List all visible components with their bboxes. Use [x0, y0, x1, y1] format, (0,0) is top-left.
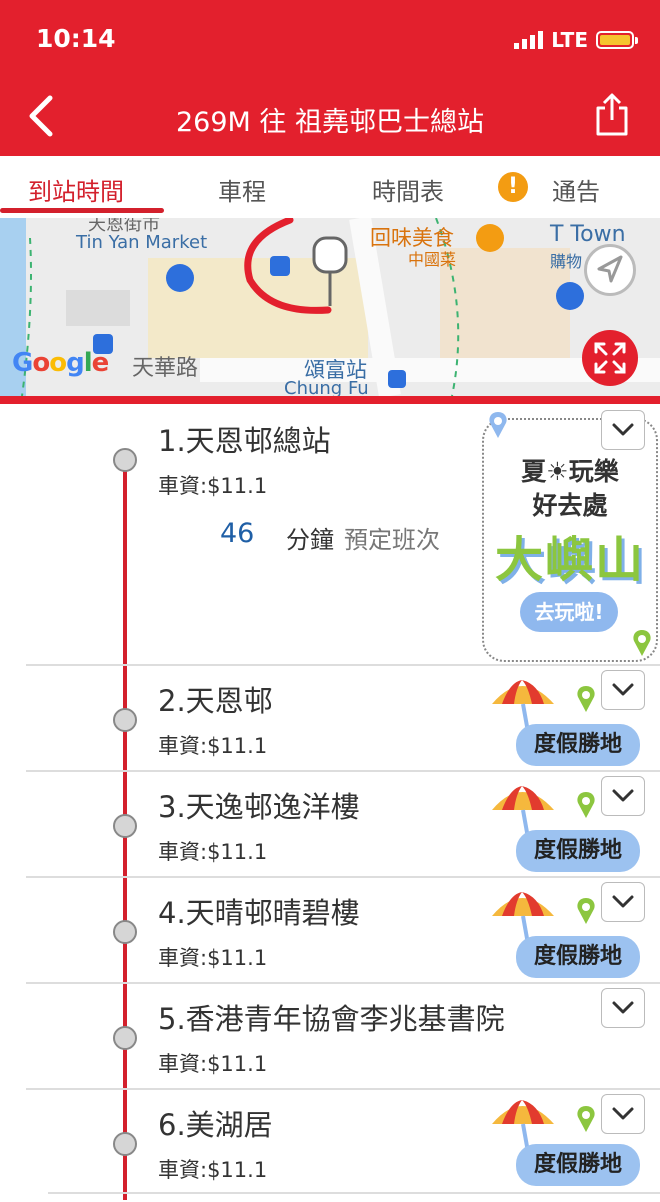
stop-fare: 車資:$11.1 [158, 946, 268, 970]
stop-dot [113, 708, 137, 732]
row-divider [26, 1088, 660, 1090]
eta-minutes: 46 [220, 518, 255, 549]
tab-arrival[interactable]: 到站時間 [28, 172, 124, 207]
expand-stop-button[interactable] [601, 776, 645, 816]
map-divider [0, 396, 660, 404]
map-label-road: 天華路 [132, 356, 199, 381]
stop-fare: 車資:$11.1 [158, 474, 268, 498]
stop-name: 4.天晴邨晴碧樓 [158, 896, 360, 930]
alert-icon: ! [498, 172, 528, 202]
stop-name: 3.天逸邨逸洋樓 [158, 790, 360, 824]
map-label-station-en: Chung Fu [284, 378, 369, 396]
eta-unit: 分鐘 [286, 526, 334, 554]
pin-icon [577, 686, 595, 712]
ad-headline: 大嶼山 [494, 532, 645, 588]
promo-ad[interactable]: 夏☀玩樂 好去處 大嶼山 去玩啦! [482, 418, 658, 662]
battery-icon [596, 31, 638, 49]
stop-name: 5.香港青年協會李兆基書院 [158, 1002, 505, 1036]
row-divider [26, 876, 660, 878]
chevron-down-icon [612, 1107, 634, 1120]
share-button[interactable] [592, 92, 632, 138]
pin-icon [489, 412, 507, 438]
stop-dot [113, 1132, 137, 1156]
map-label-restaurant-sub: 中國菜 [408, 250, 457, 269]
network-label: LTE [551, 28, 588, 52]
chevron-down-icon [612, 683, 634, 696]
expand-stop-button[interactable] [601, 670, 645, 710]
tab-bar: 到站時間 車程 時間表 通告 [0, 156, 660, 218]
eta-note: 預定班次 [344, 526, 440, 554]
tab-notice[interactable]: 通告 [552, 172, 600, 207]
pin-icon [577, 1106, 595, 1132]
pin-icon [577, 792, 595, 818]
tab-timetable[interactable]: 時間表 [372, 172, 444, 207]
expand-map-button[interactable] [582, 330, 638, 386]
pin-icon [577, 898, 595, 924]
ad-line1: 夏☀玩樂 [521, 457, 619, 486]
chevron-down-icon [612, 895, 634, 908]
navigation-icon [597, 255, 623, 283]
app-header: 10:14 LTE 269M 往 祖堯邨巴士總站 [0, 0, 660, 156]
chevron-down-icon [612, 1001, 634, 1014]
next-row-edge [48, 1192, 660, 1202]
page-title: 269M 往 祖堯邨巴士總站 [176, 107, 484, 138]
map-label-t-town-sub: 購物 [550, 252, 583, 271]
active-tab-indicator [0, 208, 164, 213]
tab-journey[interactable]: 車程 [218, 172, 266, 207]
google-logo: Google [12, 348, 109, 378]
stop-dot [113, 814, 137, 838]
map-label-t-town: T Town [550, 222, 626, 247]
status-indicators: LTE [514, 28, 638, 52]
stop-dot [113, 1026, 137, 1050]
expand-stop-button[interactable] [601, 882, 645, 922]
stop-name: 2.天恩邨 [158, 684, 273, 718]
stop-dot [113, 920, 137, 944]
expand-stop-button[interactable] [601, 988, 645, 1028]
vacation-label: 度假勝地 [516, 936, 640, 978]
stop-name: 6.美湖居 [158, 1108, 273, 1142]
stop-fare: 車資:$11.1 [158, 1158, 268, 1182]
expand-stop-button[interactable] [601, 410, 645, 450]
chevron-down-icon [612, 423, 634, 436]
vacation-label: 度假勝地 [516, 830, 640, 872]
expand-stop-button[interactable] [601, 1094, 645, 1134]
row-divider [26, 664, 660, 666]
map-label-market: Tin Yan Market [76, 232, 208, 253]
stop-dot [113, 448, 137, 472]
ad-go-button[interactable]: 去玩啦! [520, 592, 618, 632]
stop-fare: 車資:$11.1 [158, 1052, 268, 1076]
status-time: 10:14 [36, 24, 116, 53]
expand-icon [594, 342, 626, 374]
locate-button[interactable] [584, 244, 636, 296]
chevron-down-icon [612, 789, 634, 802]
pin-icon [633, 630, 651, 656]
stop-fare: 車資:$11.1 [158, 840, 268, 864]
stop-name: 1.天恩邨總站 [158, 424, 331, 458]
route-map[interactable]: 天恩街市 Tin Yan Market 回味美食 中國菜 T Town 購物 天… [0, 218, 660, 396]
row-divider [26, 982, 660, 984]
vacation-label: 度假勝地 [516, 1144, 640, 1186]
signal-icon [514, 31, 544, 49]
vacation-label: 度假勝地 [516, 724, 640, 766]
stop-fare: 車資:$11.1 [158, 734, 268, 758]
ad-line2: 好去處 [532, 491, 608, 520]
row-divider [26, 770, 660, 772]
